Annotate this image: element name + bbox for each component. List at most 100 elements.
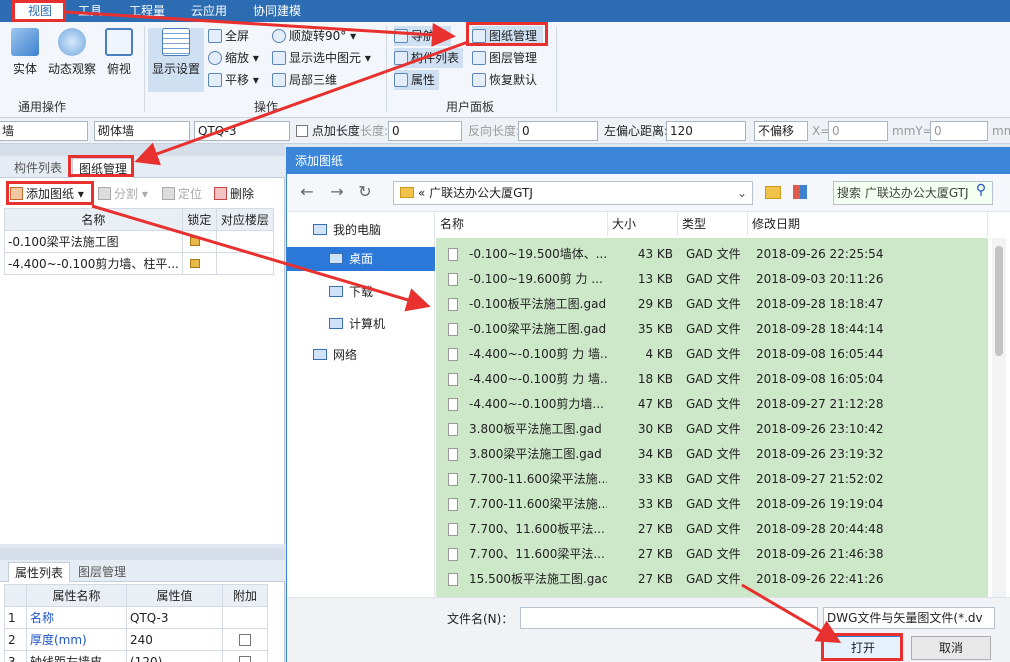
y-input[interactable]: 0: [930, 121, 988, 141]
file-row[interactable]: -4.400~-0.100剪 力 墙... 18 KB GAD 文件 2018-09-…: [436, 367, 988, 392]
column-header-date[interactable]: 修改日期: [748, 212, 988, 236]
orbit-button[interactable]: 动态观察: [44, 28, 100, 77]
floor-cell[interactable]: [215, 230, 275, 253]
scrollbar-thumb[interactable]: [995, 246, 1003, 356]
length-label: 长度:: [360, 124, 389, 138]
back-arrow-icon[interactable]: ←: [297, 182, 317, 201]
pan-button[interactable]: 平移 ▾: [208, 70, 259, 90]
forward-arrow-icon[interactable]: →: [327, 182, 347, 201]
tree-item-network[interactable]: 网络: [287, 343, 435, 367]
offset-combo[interactable]: 不偏移: [754, 121, 808, 141]
tab-property-list[interactable]: 属性列表: [8, 562, 71, 582]
locate-icon: [162, 187, 175, 200]
table-row[interactable]: -0.100梁平法施工图: [4, 230, 275, 253]
drawing-manage-icon: [472, 29, 486, 43]
restore-default-button[interactable]: 恢复默认: [472, 70, 537, 90]
vertical-scrollbar[interactable]: [992, 238, 1006, 597]
folder-tree: 我的电脑 桌面 下载 计算机 网络: [287, 212, 435, 597]
point-length-checkbox[interactable]: 点加长度: [296, 121, 360, 141]
left-offset-input[interactable]: 120: [666, 121, 746, 141]
chevron-down-icon[interactable]: ⌄: [737, 182, 747, 204]
file-row[interactable]: 7.700-11.600梁平法施... 33 KB GAD 文件 2018-09-26…: [436, 492, 988, 517]
lock-cell[interactable]: [181, 230, 217, 253]
x-input[interactable]: 0: [828, 121, 888, 141]
file-row[interactable]: -0.100~19.600剪 力 ... 13 KB GAD 文件 2018-09-0…: [436, 267, 988, 292]
new-folder-icon[interactable]: [765, 186, 781, 199]
address-bar[interactable]: « 广联达办公大厦GTJ ⌄: [393, 181, 753, 205]
drawing-manage-button[interactable]: 图纸管理: [472, 26, 544, 46]
tab-component-list[interactable]: 构件列表: [8, 158, 68, 178]
tab-view[interactable]: 视图: [14, 0, 66, 22]
property-value[interactable]: 240: [126, 628, 223, 651]
file-row[interactable]: 7.700-11.600梁平法施... 33 KB GAD 文件 2018-09-27…: [436, 467, 988, 492]
table-row[interactable]: 2 厚度(mm) 240: [4, 628, 268, 651]
tree-item-desktop[interactable]: 桌面: [287, 247, 435, 271]
property-value[interactable]: (120): [126, 650, 223, 662]
nav-tree-button[interactable]: 导航树: [394, 26, 452, 46]
delete-button[interactable]: 删除: [214, 184, 254, 204]
panel-title-bar: [0, 548, 285, 560]
file-row[interactable]: -0.100板平法施工图.gad 29 KB GAD 文件 2018-09-28 18…: [436, 292, 988, 317]
top-view-button[interactable]: 俯视: [94, 28, 144, 77]
file-row[interactable]: 7.700、11.600梁平法... 27 KB GAD 文件 2018-09-26 …: [436, 542, 988, 567]
file-row[interactable]: -0.100梁平法施工图.gad 35 KB GAD 文件 2018-09-28 18…: [436, 317, 988, 342]
tab-tools[interactable]: 工具: [70, 0, 110, 22]
table-row[interactable]: 1 名称 QTQ-3: [4, 606, 268, 629]
file-row[interactable]: 3.800梁平法施工图.gad 34 KB GAD 文件 2018-09-26 23:…: [436, 442, 988, 467]
file-row[interactable]: -4.400~-0.100剪 力 墙... 4 KB GAD 文件 2018-09-0…: [436, 342, 988, 367]
search-input[interactable]: 搜索 广联达办公大厦GTJ: [833, 181, 993, 205]
drawing-name: -0.100梁平法施工图: [4, 230, 183, 253]
view-mode-icon[interactable]: [793, 185, 807, 199]
tab-collab[interactable]: 协同建模: [244, 0, 310, 22]
table-row[interactable]: 3 轴线距左墙皮... (120): [4, 650, 268, 662]
properties-button[interactable]: 属性: [394, 70, 440, 90]
component-combo[interactable]: QTQ-3: [194, 121, 290, 141]
tree-item-computer[interactable]: 计算机: [287, 312, 435, 336]
file-row[interactable]: -0.100~19.500墙体、... 43 KB GAD 文件 2018-09-26…: [436, 242, 988, 267]
type-combo[interactable]: 墙: [0, 121, 88, 141]
attach-checkbox[interactable]: [222, 650, 268, 662]
rotate-button[interactable]: 顺旋转90° ▾: [272, 26, 356, 46]
filename-input[interactable]: [520, 607, 818, 629]
file-row[interactable]: 15.500板平法施工图.gad 27 KB GAD 文件 2018-09-26 22…: [436, 567, 988, 592]
open-button[interactable]: 打开: [823, 636, 903, 660]
cancel-button[interactable]: 取消: [911, 636, 991, 660]
file-row[interactable]: 7.700、11.600板平法... 27 KB GAD 文件 2018-09-28 …: [436, 517, 988, 542]
floor-cell[interactable]: [215, 252, 275, 275]
layer-manage-icon: [472, 51, 486, 65]
display-settings-button[interactable]: 显示设置: [148, 28, 204, 92]
tab-cloud[interactable]: 云应用: [182, 0, 236, 22]
solid-button[interactable]: 实体: [0, 28, 50, 77]
locate-button[interactable]: 定位: [162, 184, 202, 204]
filetype-select[interactable]: DWG文件与矢量图文件(*.dv: [823, 607, 995, 629]
attach-checkbox[interactable]: [222, 628, 268, 651]
refresh-icon[interactable]: ↻: [355, 182, 375, 201]
property-value[interactable]: QTQ-3: [126, 606, 223, 629]
show-selected-button[interactable]: 显示选中图元 ▾: [272, 48, 371, 68]
length-input[interactable]: 0: [388, 121, 462, 141]
search-icon[interactable]: ⚲: [971, 182, 991, 204]
file-row[interactable]: 3.800板平法施工图.gad 30 KB GAD 文件 2018-09-26 23:…: [436, 417, 988, 442]
tab-drawing-manage[interactable]: 图纸管理: [72, 158, 135, 178]
subtype-combo[interactable]: 砌体墙: [94, 121, 190, 141]
table-row[interactable]: -4.400~-0.100剪力墙、柱平...: [4, 252, 275, 275]
lock-cell[interactable]: [181, 252, 217, 275]
column-header-type[interactable]: 类型: [678, 212, 748, 236]
tree-item-downloads[interactable]: 下载: [287, 280, 435, 304]
split-button[interactable]: 分割 ▾: [98, 184, 148, 204]
fullscreen-button[interactable]: 全屏: [208, 26, 249, 46]
reverse-length-input[interactable]: 0: [518, 121, 598, 141]
zoom-icon: [208, 51, 222, 65]
layer-manage-button[interactable]: 图层管理: [472, 48, 537, 68]
tab-layer-manage[interactable]: 图层管理: [72, 562, 132, 582]
column-header-name[interactable]: 名称: [436, 212, 608, 236]
local-3d-button[interactable]: 局部三维: [272, 70, 337, 90]
column-header-size[interactable]: 大小: [608, 212, 678, 236]
tree-item-my-computer[interactable]: 我的电脑: [287, 218, 435, 242]
component-list-button[interactable]: 构件列表: [394, 48, 464, 68]
tab-quantity[interactable]: 工程量: [120, 0, 174, 22]
zoom-button[interactable]: 缩放 ▾: [208, 48, 259, 68]
add-drawing-button[interactable]: 添加图纸 ▾: [10, 184, 84, 204]
file-row[interactable]: -4.400~-0.100剪力墙... 47 KB GAD 文件 2018-09-27…: [436, 392, 988, 417]
network-icon: [313, 349, 327, 360]
